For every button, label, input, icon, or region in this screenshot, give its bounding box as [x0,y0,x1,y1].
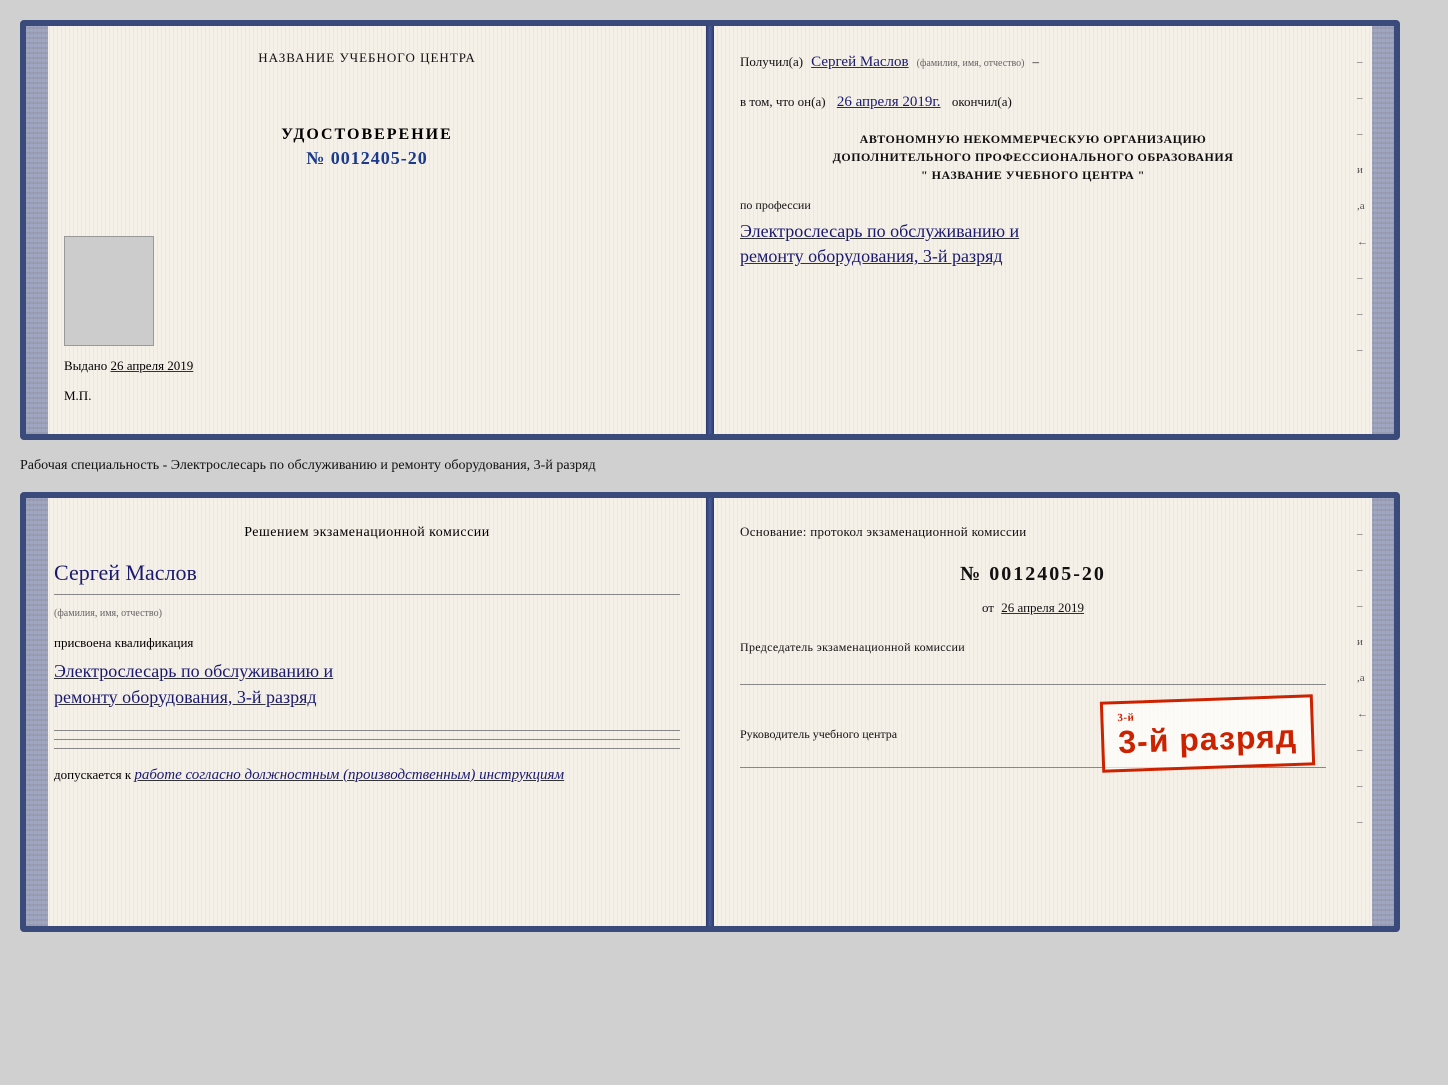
qual-line2: ремонту оборудования, 3-й разряд [54,685,680,710]
vtom-line: в том, что он(а) 26 апреля 2019г. окончи… [740,90,1326,114]
bottom-book-right-page: Основание: протокол экзаменационной коми… [712,498,1394,926]
predsedatel-sig-line [740,684,1326,685]
book-spine-top [706,26,714,434]
school-name-top: НАЗВАНИЕ УЧЕБНОГО ЦЕНТРА [54,50,680,66]
rukovoditel-label: Руководитель учебного центра [740,727,897,741]
vydano-line: Выдано 26 апреля 2019 [64,358,670,374]
mp-line: М.П. [64,388,91,404]
predsedatel-block: Председатель экзаменационной комиссии [740,638,1326,685]
dopuskaetsya-label: допускается к [54,767,131,782]
bottom-certificate-book: Решением экзаменационной комиссии Сергей… [20,492,1400,932]
sig-line-3 [54,748,680,749]
resheniem-text: Решением экзаменационной комиссии [54,522,680,544]
bottom-name: Сергей Маслов [54,560,680,586]
org-line3: " НАЗВАНИЕ УЧЕБНОГО ЦЕНТРА " [740,166,1326,184]
bottom-right-texture [1372,498,1394,926]
vtom-date: 26 апреля 2019г. [837,94,941,110]
top-book-right-page: Получил(a) Сергей Маслов (фамилия, имя, … [712,26,1394,434]
dopuskaetsya-block: допускается к работе согласно должностны… [54,767,680,784]
org-line2: ДОПОЛНИТЕЛЬНОГО ПРОФЕССИОНАЛЬНОГО ОБРАЗО… [740,148,1326,166]
top-certificate-book: НАЗВАНИЕ УЧЕБНОГО ЦЕНТРА УДОСТОВЕРЕНИЕ №… [20,20,1400,440]
sig-line-2 [54,739,680,740]
qual-line1: Электрослесарь по обслуживанию и [54,659,680,684]
predsedatel-label: Председатель экзаменационной комиссии [740,640,965,654]
udostoverenie-title: УДОСТОВЕРЕНИЕ [54,126,680,144]
vtom-prefix: в том, что он(а) [740,94,826,109]
ot-line: от 26 апреля 2019 [740,598,1326,619]
dash1: – [1033,52,1040,73]
prisvoena-label: присвоена квалификация [54,635,680,651]
name-divider [54,594,680,595]
poluchil-name: Сергей Маслов [811,50,908,74]
stamp-box: 3-й 3-й разряд [1100,694,1315,772]
poluchil-line: Получил(a) Сергей Маслов (фамилия, имя, … [740,50,1326,74]
sig-line-1 [54,730,680,731]
top-right-content: Получил(a) Сергей Маслов (фамилия, имя, … [740,50,1366,270]
profession-line2: ремонту оборудования, 3-й разряд [740,244,1326,269]
osnovanie-text: Основание: протокол экзаменационной коми… [740,522,1326,542]
ot-label: от [982,600,994,615]
vydano-date: 26 апреля 2019 [111,358,194,373]
dopusk-text: работе согласно должностным (производств… [134,767,564,783]
bottom-fio-label: (фамилия, имя, отчество) [54,608,162,619]
profession-line1: Электрослесарь по обслуживанию и [740,219,1326,244]
bottom-number: № 0012405-20 [740,558,1326,590]
right-side-marks-top: – – – и ,а ← – – – [1357,56,1368,356]
fio-label-small: (фамилия, имя, отчество) [917,56,1025,72]
po-professii-block: по профессии Электрослесарь по обслужива… [740,196,1326,270]
top-book-left-page: НАЗВАНИЕ УЧЕБНОГО ЦЕНТРА УДОСТОВЕРЕНИЕ №… [26,26,712,434]
okonchl: окончил(а) [952,94,1012,109]
between-text: Рабочая специальность - Электрослесарь п… [20,452,1428,480]
ot-date: 26 апреля 2019 [1001,600,1084,615]
book-spine-bottom [706,498,714,926]
po-professii-label: по профессии [740,196,1326,215]
org-block: АВТОНОМНУЮ НЕКОММЕРЧЕСКУЮ ОРГАНИЗАЦИЮ ДО… [740,130,1326,184]
org-line1: АВТОНОМНУЮ НЕКОММЕРЧЕСКУЮ ОРГАНИЗАЦИЮ [740,130,1326,148]
udostoverenie-number: № 0012405-20 [54,148,680,169]
poluchil-prefix: Получил(a) [740,52,803,73]
bottom-book-left-page: Решением экзаменационной комиссии Сергей… [26,498,712,926]
mp-label: М.П. [64,388,91,403]
page-wrapper: НАЗВАНИЕ УЧЕБНОГО ЦЕНТРА УДОСТОВЕРЕНИЕ №… [20,20,1428,932]
udostoverenie-block: УДОСТОВЕРЕНИЕ № 0012405-20 [54,126,680,169]
photo-placeholder [64,236,154,346]
right-side-marks-bottom: – – – и ,а ← – – – [1357,528,1368,828]
stamp-razryad: 3-й разряд [1118,718,1298,761]
vydano-label: Выдано [64,358,107,373]
right-texture [1372,26,1394,434]
